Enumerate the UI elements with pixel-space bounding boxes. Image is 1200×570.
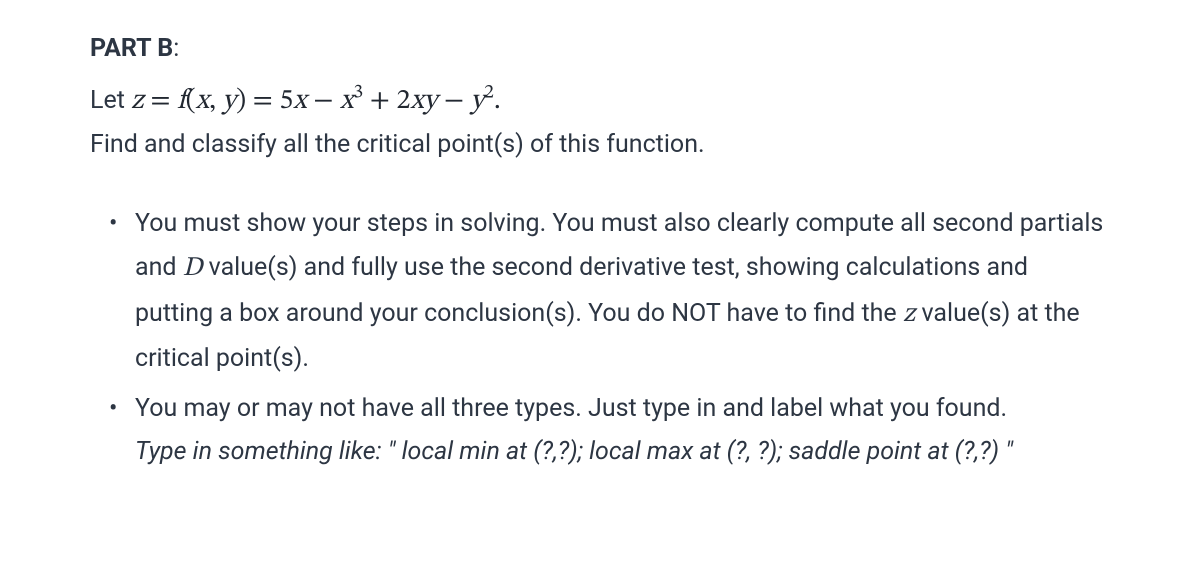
paren-open: ( <box>186 87 196 115</box>
period: . <box>494 87 501 115</box>
let-text: Let <box>90 78 125 123</box>
equation-expression: z = f(x, y) = 5x − x3 + 2xy − y2. <box>131 76 501 126</box>
b2-text: You may or may not have all three types.… <box>135 394 1007 423</box>
comma: , <box>209 87 222 115</box>
b1-D: D <box>183 255 203 282</box>
b1-part2: value(s) and fully use the second deriva… <box>135 253 1028 328</box>
var-x: x <box>196 87 209 115</box>
paren-close: ) <box>236 87 246 115</box>
equals-1: = <box>144 87 177 115</box>
part-label: PART B <box>90 34 173 63</box>
term1-var: x <box>293 87 306 115</box>
b1-z: z <box>903 301 915 328</box>
b2-example: Type in something like: " local min at (… <box>135 437 1013 466</box>
equals-2: = <box>246 87 279 115</box>
term4-exp: 2 <box>484 82 494 102</box>
minus-2: − <box>437 87 470 115</box>
term3-v1: x <box>410 87 423 115</box>
plus-1: + <box>363 87 396 115</box>
instruction-text: Find and classify all the critical point… <box>90 126 1110 164</box>
func-f: f <box>177 87 186 115</box>
term4-var: y <box>471 87 485 115</box>
bullet-2: You may or may not have all three types.… <box>135 388 1110 473</box>
var-z: z <box>131 87 144 115</box>
bullet-1: You must show your steps in solving. You… <box>135 203 1110 380</box>
minus-1: − <box>307 87 340 115</box>
colon: : <box>173 34 179 63</box>
term2-var: x <box>340 87 353 115</box>
bullet-list: You must show your steps in solving. You… <box>90 203 1110 473</box>
term1-coef: 5 <box>279 87 293 115</box>
term2-exp: 3 <box>353 82 363 102</box>
term3-coef: 2 <box>396 87 410 115</box>
var-y: y <box>223 87 237 115</box>
part-header: PART B: <box>90 30 1110 68</box>
term3-v2: y <box>424 87 438 115</box>
equation-line: Let z = f(x, y) = 5x − x3 + 2xy − y2. <box>90 76 1110 126</box>
